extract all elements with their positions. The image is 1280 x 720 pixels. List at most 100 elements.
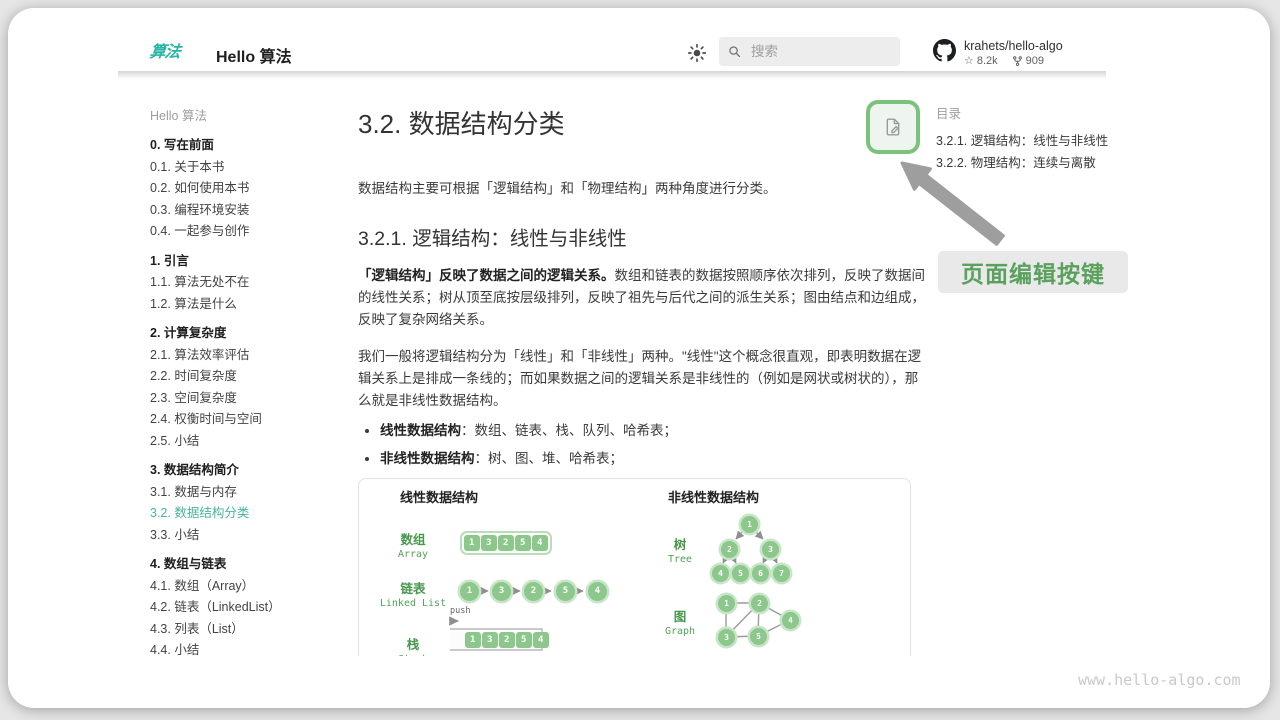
search-icon: [727, 44, 742, 59]
toc-list: 3.2.1. 逻辑结构：线性与非线性3.2.2. 物理结构：连续与离散: [936, 130, 1176, 174]
figure-right-title: 非线性数据结构: [668, 487, 759, 506]
push-label: push: [450, 606, 470, 616]
toc-item[interactable]: 3.2.1. 逻辑结构：线性与非线性: [936, 130, 1176, 152]
sidebar-item[interactable]: 2.5. 小结: [150, 431, 345, 453]
sidebar-nav: 0. 写在前面 0.1. 关于本书 0.2. 如何使用本书 0.3. 编程环境安…: [150, 135, 345, 662]
bullet-item: 非线性数据结构：树、图、堆、哈希表；: [380, 448, 930, 470]
sidebar-item[interactable]: 4.4. 小结: [150, 640, 345, 662]
sidebar-item[interactable]: 0.2. 如何使用本书: [150, 178, 345, 200]
repo-stars: 8.2k: [977, 54, 998, 68]
sidebar-item[interactable]: 0.3. 编程环境安装: [150, 200, 345, 222]
github-icon: [933, 39, 956, 62]
tree-node: 1: [741, 516, 758, 533]
tree-label: 树 Tree: [650, 538, 710, 566]
sidebar-item[interactable]: 0. 写在前面: [150, 135, 345, 157]
tree-node: 5: [732, 565, 749, 582]
file-edit-icon: [882, 116, 904, 138]
sidebar-item[interactable]: 1.2. 算法是什么: [150, 294, 345, 316]
repo-name: krahets/hello-algo: [964, 39, 1063, 54]
search-box[interactable]: [719, 37, 900, 66]
graph-node: 1: [718, 595, 735, 612]
stack-cell: 5: [516, 632, 532, 648]
main-content: 3.2. 数据结构分类 数据结构主要可根据「逻辑结构」和「物理结构」两种角度进行…: [358, 108, 930, 476]
graph-node: 3: [718, 629, 735, 646]
tree-node: 6: [752, 565, 769, 582]
site-title: Hello 算法: [216, 43, 292, 67]
intro-paragraph: 数据结构主要可根据「逻辑结构」和「物理结构」两种角度进行分类。: [358, 178, 930, 200]
linked-list-node: 5: [556, 582, 575, 601]
linked-list-node: 1: [460, 582, 479, 601]
sidebar-item[interactable]: 2.1. 算法效率评估: [150, 345, 345, 367]
sidebar-item[interactable]: 4.3. 列表（List）: [150, 619, 345, 641]
linked-list-node: 2: [524, 582, 543, 601]
graph-node: 4: [782, 612, 799, 629]
sidebar-item[interactable]: 2.2. 时间复杂度: [150, 366, 345, 388]
stack-cell: 2: [499, 632, 515, 648]
sidebar: Hello 算法 0. 写在前面 0.1. 关于本书 0.2. 如何使用本书 0…: [150, 106, 345, 662]
section-heading: 3.2.1. 逻辑结构：线性与非线性: [358, 226, 930, 252]
sidebar-item[interactable]: 4. 数组与链表: [150, 554, 345, 576]
screenshot-stage: 算法 Hello 算法 krahets/hello-algo ☆: [0, 0, 1280, 720]
sidebar-title: Hello 算法: [150, 106, 345, 127]
sun-icon: [686, 42, 708, 64]
sidebar-item[interactable]: 3. 数据结构简介: [150, 460, 345, 482]
toc-title: 目录: [936, 104, 1176, 124]
search-input[interactable]: [749, 43, 883, 60]
stack-label: 栈 Stack: [368, 638, 458, 656]
sidebar-item[interactable]: 4.2. 链表（LinkedList）: [150, 597, 345, 619]
bullet-term: 非线性数据结构: [380, 451, 475, 466]
graph-label: 图 Graph: [650, 610, 710, 638]
github-repo-link[interactable]: krahets/hello-algo ☆ 8.2k 909: [933, 39, 1063, 68]
site-logo[interactable]: 算法: [148, 38, 181, 62]
annotation-label: 页面编辑按键: [961, 255, 1105, 289]
stack-cell: 1: [465, 632, 481, 648]
sidebar-item[interactable]: 1.1. 算法无处不在: [150, 272, 345, 294]
sidebar-item[interactable]: 0.4. 一起参与创作: [150, 221, 345, 243]
star-icon: ☆: [964, 54, 974, 68]
linked-list-node: 3: [492, 582, 511, 601]
stack-cell: 3: [482, 632, 498, 648]
table-of-contents: 目录 3.2.1. 逻辑结构：线性与非线性3.2.2. 物理结构：连续与离散: [936, 104, 1176, 174]
sidebar-item[interactable]: 4.1. 数组（Array）: [150, 576, 345, 598]
array-cell: 1: [464, 535, 480, 551]
theme-toggle-button[interactable]: [686, 42, 708, 64]
sidebar-item[interactable]: 2. 计算复杂度: [150, 323, 345, 345]
bullet-desc: ：树、图、堆、哈希表；: [475, 451, 624, 466]
array-cell: 3: [481, 535, 497, 551]
sidebar-item[interactable]: 3.1. 数据与内存: [150, 482, 345, 504]
repo-forks: 909: [1026, 54, 1044, 68]
paragraph-logic: 「逻辑结构」反映了数据之间的逻辑关系。数组和链表的数据按照顺序依次排列，反映了数…: [358, 265, 930, 331]
bullet-term: 线性数据结构: [380, 423, 461, 438]
stack-cell: 4: [533, 632, 549, 648]
array-cell: 2: [498, 535, 514, 551]
array-cell: 5: [515, 535, 531, 551]
sidebar-item[interactable]: 3.2. 数据结构分类: [150, 503, 345, 525]
stack-cells: 13254: [465, 632, 549, 648]
sidebar-item[interactable]: 0.1. 关于本书: [150, 157, 345, 179]
paragraph-linear: 我们一般将逻辑结构分为「线性」和「非线性」两种。"线性"这个概念很直观，即表明数…: [358, 346, 930, 412]
graph-node: 2: [751, 595, 768, 612]
bullet-item: 线性数据结构：数组、链表、栈、队列、哈希表；: [380, 420, 930, 442]
data-structure-figure: 线性数据结构 非线性数据结构 数组 Array 13254 链表 Linked …: [358, 478, 911, 656]
page-edit-button[interactable]: [866, 100, 920, 154]
graph-node: 5: [750, 628, 767, 645]
sidebar-item[interactable]: 2.3. 空间复杂度: [150, 388, 345, 410]
header-divider: [118, 71, 1106, 79]
site-watermark: www.hello-algo.com: [1078, 671, 1241, 689]
linked-list-label: 链表 Linked List: [368, 582, 458, 610]
bullet-list: 线性数据结构：数组、链表、栈、队列、哈希表； 非线性数据结构：树、图、堆、哈希表…: [358, 420, 930, 470]
page-title: 3.2. 数据结构分类: [358, 108, 930, 140]
sidebar-item[interactable]: 2.4. 权衡时间与空间: [150, 409, 345, 431]
toc-item[interactable]: 3.2.2. 物理结构：连续与离散: [936, 152, 1176, 174]
tree-node: 3: [762, 541, 779, 558]
array-label: 数组 Array: [368, 533, 458, 561]
sidebar-item[interactable]: 3.3. 小结: [150, 525, 345, 547]
array-cells: 13254: [462, 533, 550, 553]
tree-node: 7: [773, 565, 790, 582]
bullet-desc: ：数组、链表、栈、队列、哈希表；: [461, 423, 677, 438]
paragraph-logic-lead: 「逻辑结构」反映了数据之间的逻辑关系。: [358, 268, 615, 283]
figure-left-title: 线性数据结构: [400, 487, 478, 506]
annotation-callout: 页面编辑按键: [938, 251, 1128, 293]
linked-list-node: 4: [588, 582, 607, 601]
sidebar-item[interactable]: 1. 引言: [150, 251, 345, 273]
